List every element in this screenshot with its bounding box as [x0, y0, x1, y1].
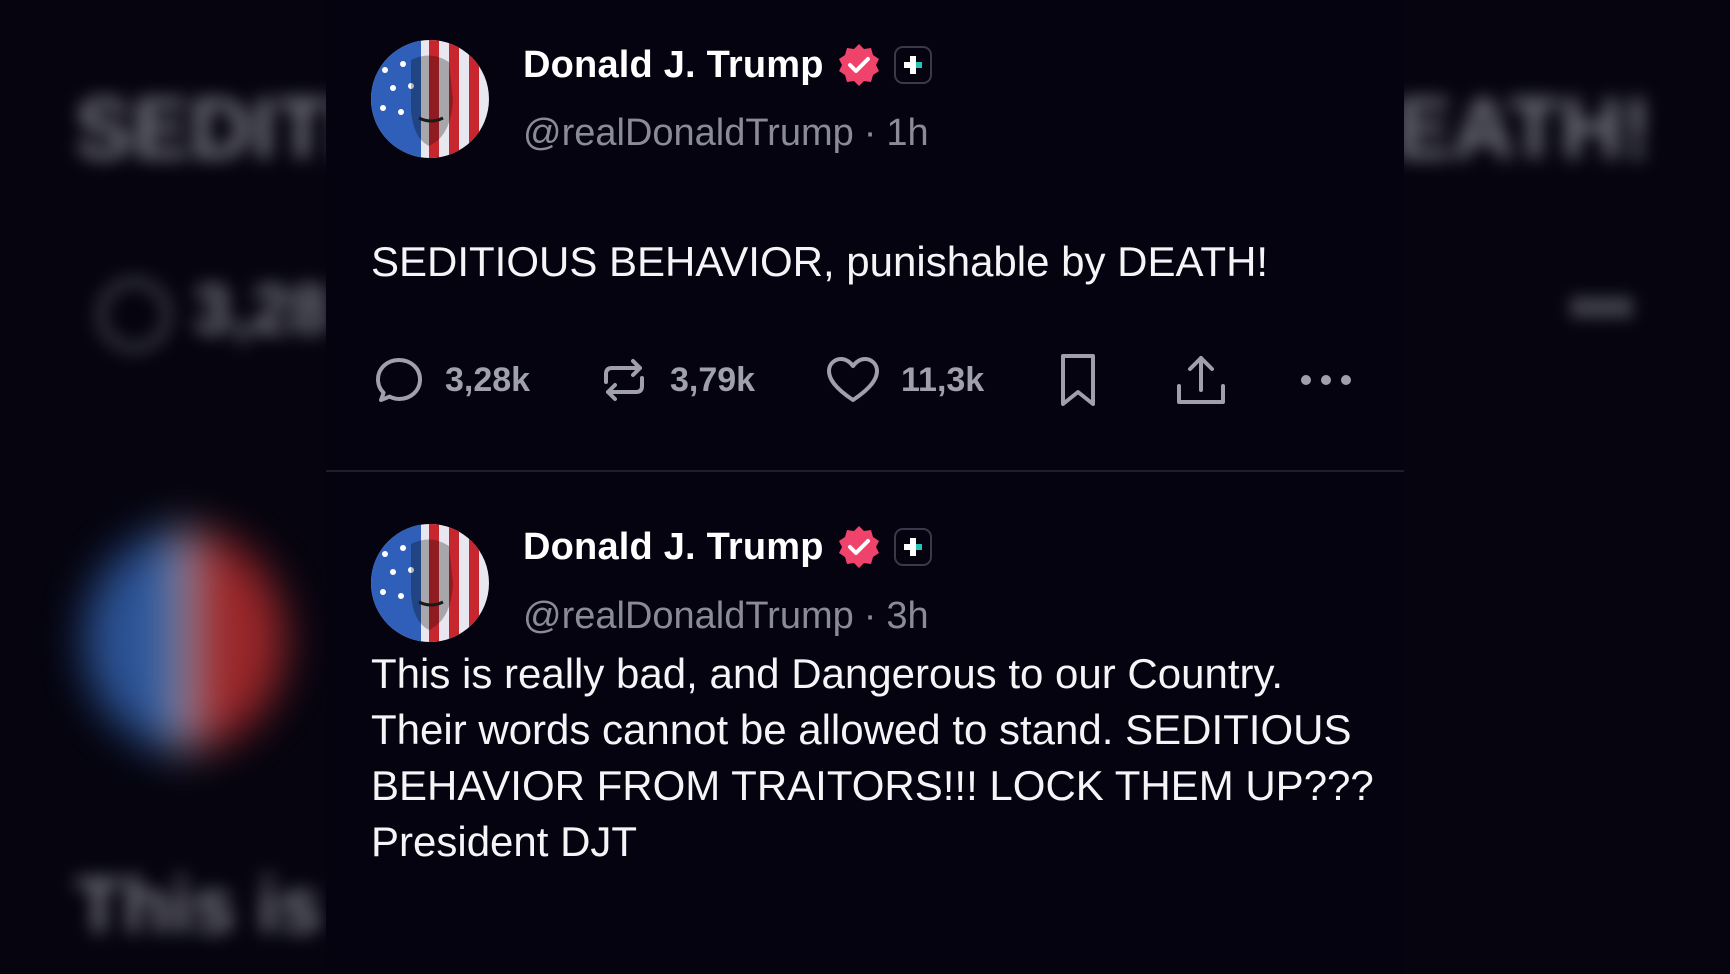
- author-handle[interactable]: @realDonaldTrump: [523, 112, 854, 154]
- post[interactable]: Donald J. Trump @realDonaldTrump · 1h SEDI…: [326, 0, 1404, 472]
- author-row: Donald J. Trump: [523, 524, 932, 570]
- like-icon: [827, 357, 879, 402]
- like-button[interactable]: 11,3k: [823, 348, 984, 412]
- more-icon: [1301, 375, 1351, 385]
- repost-icon: [604, 359, 644, 401]
- plus-badge: [893, 46, 932, 84]
- blurred-text-right: EATH!: [1395, 81, 1652, 177]
- separator: ·: [863, 112, 877, 154]
- author-name[interactable]: Donald J. Trump: [523, 526, 824, 569]
- post[interactable]: Donald J. Trump @realDonaldTrump · 3h This…: [326, 472, 1404, 974]
- separator: ·: [863, 595, 877, 637]
- post-text: This is really bad, and Dangerous to our…: [371, 650, 1374, 865]
- handle-row: @realDonaldTrump · 1h: [523, 112, 929, 155]
- share-button[interactable]: [1171, 348, 1231, 412]
- post-time[interactable]: 1h: [886, 112, 928, 154]
- plus-icon: [903, 538, 922, 556]
- post-time[interactable]: 3h: [886, 595, 928, 637]
- verified-icon: [838, 526, 879, 568]
- blurred-dots-right: •••: [1570, 273, 1634, 340]
- like-count: 11,3k: [901, 360, 985, 399]
- bookmark-icon: [1061, 354, 1095, 406]
- verified-icon: [838, 44, 879, 86]
- plus-badge: [893, 528, 932, 566]
- post-actions: 3,28k 3,79k 11,3k: [371, 348, 1361, 412]
- plus-icon: [903, 56, 922, 74]
- repost-count: 3,79k: [670, 360, 756, 399]
- bookmark-button[interactable]: [1053, 348, 1103, 412]
- reply-icon: [376, 358, 422, 402]
- reply-count: 3,28k: [445, 360, 531, 399]
- author-row: Donald J. Trump: [523, 42, 932, 88]
- reply-button[interactable]: 3,28k: [371, 348, 530, 412]
- post-text: SEDITIOUS BEHAVIOR, punishable by DEATH!: [371, 238, 1269, 285]
- share-icon: [1177, 356, 1225, 404]
- avatar[interactable]: [371, 524, 489, 642]
- blurred-avatar: [85, 530, 285, 750]
- handle-row: @realDonaldTrump · 3h: [523, 595, 929, 638]
- author-name[interactable]: Donald J. Trump: [523, 44, 824, 87]
- author-handle[interactable]: @realDonaldTrump: [523, 595, 854, 637]
- repost-button[interactable]: 3,79k: [596, 348, 755, 412]
- more-button[interactable]: [1296, 348, 1356, 412]
- blurred-icons-left: ◯ 3,28: [95, 270, 330, 348]
- feed-panel: Donald J. Trump @realDonaldTrump · 1h SEDI…: [326, 0, 1404, 974]
- blurred-text-bottom: This is: [75, 861, 323, 949]
- avatar[interactable]: [371, 40, 489, 158]
